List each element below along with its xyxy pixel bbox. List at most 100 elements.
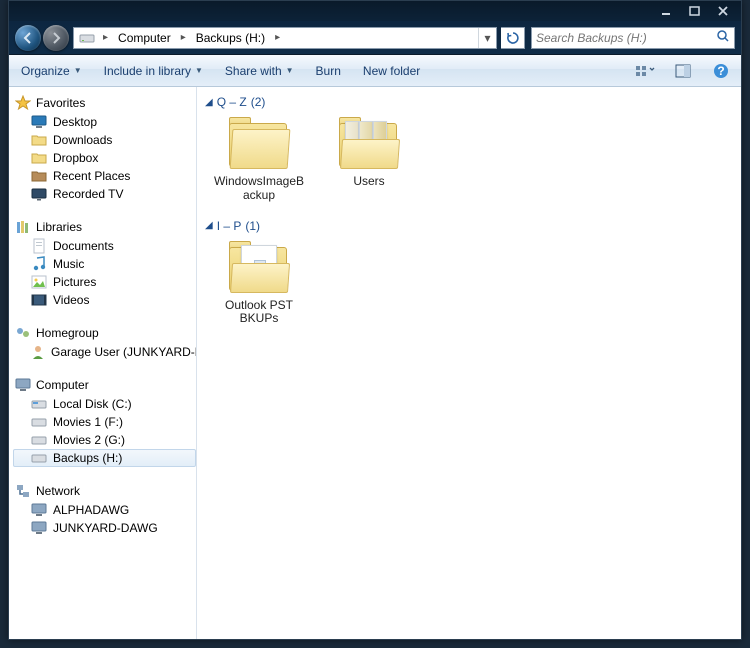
item-label: Users: [353, 175, 384, 189]
drive-icon: [76, 28, 98, 48]
sidebar-item-network-pc[interactable]: JUNKYARD-DAWG: [13, 519, 196, 537]
sidebar-item-label: Documents: [53, 239, 114, 253]
collapse-icon[interactable]: ◢: [205, 97, 213, 108]
forward-button[interactable]: [43, 25, 69, 51]
folder-icon: [227, 117, 291, 171]
burn-button[interactable]: Burn: [312, 60, 345, 82]
nav-buttons: [15, 25, 69, 51]
sidebar-item-desktop[interactable]: Desktop: [13, 113, 196, 131]
include-in-library-menu[interactable]: Include in library▼: [100, 60, 207, 82]
group-label: Homegroup: [36, 326, 99, 340]
svg-text:?: ?: [717, 64, 724, 78]
sidebar-item-recent-places[interactable]: Recent Places: [13, 167, 196, 185]
favorites-header[interactable]: Favorites: [13, 93, 196, 113]
sidebar-item-local-disk[interactable]: Local Disk (C:): [13, 395, 196, 413]
search-input[interactable]: [536, 31, 716, 45]
back-button[interactable]: [15, 25, 41, 51]
computer-icon: [31, 502, 47, 518]
toolbar-label: Share with: [225, 64, 282, 78]
sidebar-item-videos[interactable]: Videos: [13, 291, 196, 309]
music-icon: [31, 256, 47, 272]
sidebar-item-music[interactable]: Music: [13, 255, 196, 273]
breadcrumb-segment[interactable]: Computer: [113, 28, 176, 48]
chevron-right-icon[interactable]: ▸: [178, 32, 189, 43]
breadcrumb-segment[interactable]: Backups (H:): [191, 28, 270, 48]
sidebar-item-label: JUNKYARD-DAWG: [53, 521, 158, 535]
collapse-icon[interactable]: ◢: [205, 220, 213, 231]
close-button[interactable]: [709, 3, 737, 19]
share-with-menu[interactable]: Share with▼: [221, 60, 298, 82]
folder-item[interactable]: WindowsImageBackup: [213, 117, 305, 203]
address-bar[interactable]: ▸ Computer ▸ Backups (H:) ▸: [74, 28, 478, 48]
change-view-button[interactable]: [633, 61, 657, 81]
chevron-right-icon[interactable]: ▸: [272, 32, 283, 43]
network-header[interactable]: Network: [13, 481, 196, 501]
sidebar-item-label: Movies 2 (G:): [53, 433, 125, 447]
minimize-button[interactable]: [653, 3, 681, 19]
network-group: Network ALPHADAWG JUNKYARD-DAWG: [13, 481, 196, 537]
sidebar-item-label: ALPHADAWG: [53, 503, 129, 517]
homegroup-icon: [15, 325, 31, 341]
group-name: Q – Z: [217, 95, 247, 109]
items-view[interactable]: ◢ Q – Z (2) WindowsImageBackup Users ◢ I…: [197, 87, 741, 639]
address-history-dropdown[interactable]: ▾: [478, 28, 496, 48]
sidebar-item-network-pc[interactable]: ALPHADAWG: [13, 501, 196, 519]
sidebar-item-backups[interactable]: Backups (H:): [13, 449, 196, 467]
preview-pane-button[interactable]: [671, 61, 695, 81]
chevron-right-icon[interactable]: ▸: [100, 32, 111, 43]
search-box[interactable]: [531, 27, 735, 49]
help-button[interactable]: ?: [709, 61, 733, 81]
user-icon: [31, 344, 45, 360]
sidebar-item-label: Desktop: [53, 115, 97, 129]
sidebar-item-recorded-tv[interactable]: Recorded TV: [13, 185, 196, 203]
sidebar-item-homegroup-user[interactable]: Garage User (JUNKYARD-DAWG): [13, 343, 196, 361]
homegroup-header[interactable]: Homegroup: [13, 323, 196, 343]
computer-header[interactable]: Computer: [13, 375, 196, 395]
sidebar-item-movies2[interactable]: Movies 2 (G:): [13, 431, 196, 449]
sidebar-item-downloads[interactable]: Downloads: [13, 131, 196, 149]
folder-item[interactable]: Users: [323, 117, 415, 203]
group-count: (1): [245, 219, 260, 233]
pictures-icon: [31, 274, 47, 290]
favorites-group: Favorites Desktop Downloads Dropbox Rece…: [13, 93, 196, 203]
explorer-window: ▸ Computer ▸ Backups (H:) ▸ ▾ Organize▼ …: [8, 0, 742, 640]
group-label: Favorites: [36, 96, 85, 110]
refresh-button[interactable]: [501, 27, 525, 49]
folder-icon: [337, 117, 401, 171]
folder-item[interactable]: Outlook PST BKUPs: [213, 241, 305, 327]
group-header[interactable]: ◢ Q – Z (2): [203, 93, 735, 115]
navigation-bar: ▸ Computer ▸ Backups (H:) ▸ ▾: [9, 21, 741, 55]
item-label: Outlook PST BKUPs: [213, 299, 305, 327]
chevron-down-icon: ▼: [195, 66, 203, 75]
organize-menu[interactable]: Organize▼: [17, 60, 86, 82]
recent-icon: [31, 168, 47, 184]
group-label: Network: [36, 484, 80, 498]
maximize-button[interactable]: [681, 3, 709, 19]
computer-icon: [15, 377, 31, 393]
group-label: Libraries: [36, 220, 82, 234]
libraries-icon: [15, 219, 31, 235]
desktop-icon: [31, 114, 47, 130]
toolbar-label: Organize: [21, 64, 70, 78]
navigation-pane: Favorites Desktop Downloads Dropbox Rece…: [9, 87, 197, 639]
group-header[interactable]: ◢ I – P (1): [203, 217, 735, 239]
sidebar-item-movies1[interactable]: Movies 1 (F:): [13, 413, 196, 431]
group-items: WindowsImageBackup Users: [203, 115, 735, 217]
new-folder-button[interactable]: New folder: [359, 60, 424, 82]
sidebar-item-label: Local Disk (C:): [53, 397, 132, 411]
group-count: (2): [251, 95, 266, 109]
sidebar-item-label: Pictures: [53, 275, 96, 289]
sidebar-item-label: Dropbox: [53, 151, 98, 165]
command-bar: Organize▼ Include in library▼ Share with…: [9, 55, 741, 87]
sidebar-item-pictures[interactable]: Pictures: [13, 273, 196, 291]
sidebar-item-label: Backups (H:): [53, 451, 122, 465]
sidebar-item-dropbox[interactable]: Dropbox: [13, 149, 196, 167]
libraries-header[interactable]: Libraries: [13, 217, 196, 237]
group-name: I – P: [217, 219, 242, 233]
toolbar-label: Burn: [316, 64, 341, 78]
sidebar-item-label: Downloads: [53, 133, 112, 147]
folder-icon: [31, 132, 47, 148]
search-icon[interactable]: [716, 29, 730, 46]
drive-icon: [31, 396, 47, 412]
sidebar-item-documents[interactable]: Documents: [13, 237, 196, 255]
